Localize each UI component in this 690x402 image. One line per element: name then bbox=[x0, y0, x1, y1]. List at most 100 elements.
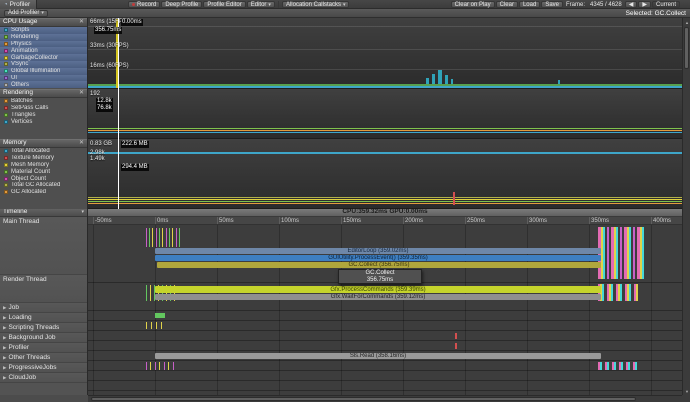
thread-row-progressivejobs[interactable]: ▶ProgressiveJobs bbox=[0, 363, 87, 373]
sample-ticks-cluster bbox=[146, 228, 180, 247]
time-ruler[interactable]: -50ms0ms50ms100ms150ms200ms250ms300ms350… bbox=[88, 217, 682, 225]
rendering-chart[interactable]: 19212.8k76.8k bbox=[88, 89, 682, 139]
clear-button[interactable]: Clear bbox=[496, 1, 518, 8]
horizontal-scrollbar[interactable] bbox=[88, 395, 682, 402]
legend-label: UI bbox=[11, 75, 17, 81]
legend-item-triangles[interactable]: Triangles bbox=[0, 112, 87, 119]
tab-profiler[interactable]: ◔ Profiler bbox=[0, 0, 37, 9]
prev-frame-button[interactable]: ◀ bbox=[625, 1, 638, 8]
row-separator bbox=[88, 390, 682, 391]
add-profiler-dropdown[interactable]: Add Profiler ▾ bbox=[4, 10, 48, 17]
save-button[interactable]: Save bbox=[541, 1, 563, 8]
record-icon bbox=[132, 3, 135, 6]
thread-label: ProgressiveJobs bbox=[8, 365, 56, 372]
expand-arrow-icon[interactable]: ▶ bbox=[3, 355, 6, 362]
thread-row-profiler[interactable]: ▶Profiler bbox=[0, 343, 87, 353]
next-frame-button[interactable]: ▶ bbox=[638, 1, 651, 8]
timeline-body[interactable]: EditorLoop (359.02ms) GUIUtility.Process… bbox=[88, 225, 682, 395]
rendering-header[interactable]: Rendering ✕ bbox=[0, 89, 87, 98]
thread-row-loading[interactable]: ▶Loading bbox=[0, 313, 87, 323]
close-icon[interactable]: ✕ bbox=[79, 140, 84, 147]
timeline-bar-gfx-waitforcommands[interactable]: Gfx.WaitForCommands (359.12ms) bbox=[155, 294, 601, 300]
expand-arrow-icon[interactable]: ▶ bbox=[3, 325, 6, 332]
memory-header[interactable]: Memory ✕ bbox=[0, 139, 87, 148]
timeline-bar-profiler-read[interactable]: Sls.Read (358.16ms) bbox=[155, 353, 601, 359]
legend-item-vsync[interactable]: VSync bbox=[0, 61, 87, 68]
legend-label: Batches bbox=[11, 98, 33, 104]
timeline-pane-dropdown[interactable]: Timeline ▾ bbox=[0, 209, 87, 217]
allocation-callstacks-dropdown[interactable]: Allocation Callstacks ▾ bbox=[282, 1, 350, 8]
editor-dropdown[interactable]: Editor ▾ bbox=[247, 1, 275, 8]
legend-item-batches[interactable]: Batches bbox=[0, 98, 87, 105]
expand-arrow-icon[interactable]: ▶ bbox=[3, 335, 6, 342]
legend-item-gc-allocated[interactable]: GC Allocated bbox=[0, 189, 87, 196]
legend-item-object-count[interactable]: Object Count bbox=[0, 175, 87, 182]
thread-row-job[interactable]: ▶Job bbox=[0, 303, 87, 313]
current-frame-button[interactable]: Current bbox=[652, 1, 680, 8]
legend-item-global-illumination[interactable]: Global Illumination bbox=[0, 68, 87, 75]
legend-item-material-count[interactable]: Material Count bbox=[0, 168, 87, 175]
vertical-scrollbar[interactable]: ▲ ▼ bbox=[682, 18, 690, 395]
scroll-up-icon[interactable]: ▲ bbox=[683, 18, 690, 26]
legend-item-setpass-calls[interactable]: SetPass Calls bbox=[0, 105, 87, 112]
legend-label: GC Allocated bbox=[11, 189, 46, 195]
legend-item-texture-memory[interactable]: Texture Memory bbox=[0, 155, 87, 162]
selected-frame-line[interactable] bbox=[118, 18, 119, 209]
load-button[interactable]: Load bbox=[519, 1, 540, 8]
thread-row-cloudjob[interactable]: ▶CloudJob bbox=[0, 373, 87, 383]
legend-item-physics[interactable]: Physics bbox=[0, 41, 87, 48]
memory-chart[interactable]: 0.83 GB2.98k1.49k222.6 MB294.4 MB bbox=[88, 139, 682, 209]
row-separator bbox=[88, 320, 682, 321]
thread-row-render-thread[interactable]: Render Thread bbox=[0, 275, 87, 303]
scroll-down-icon[interactable]: ▼ bbox=[683, 387, 690, 395]
thread-row-other-threads[interactable]: ▶Other Threads bbox=[0, 353, 87, 363]
expand-arrow-icon[interactable]: ▶ bbox=[3, 365, 6, 372]
legend-item-rendering[interactable]: Rendering bbox=[0, 34, 87, 41]
cpu-usage-chart[interactable]: 66ms (15FPS)33ms (30FPS)16ms (60FPS)0.00… bbox=[88, 18, 682, 89]
legend-item-animation[interactable]: Animation bbox=[0, 47, 87, 54]
timeline-bar-gui-processevent[interactable]: GUIUtility.ProcessEvent() (359.35ms) bbox=[155, 255, 601, 261]
ruler-label: 400ms bbox=[653, 218, 671, 224]
close-icon[interactable]: ✕ bbox=[79, 19, 84, 26]
clear-on-play-button[interactable]: Clear on Play bbox=[451, 1, 495, 8]
legend-label: GarbageCollector bbox=[11, 55, 58, 61]
timeline-bar-gfx-processcommands[interactable]: Gfx.ProcessCommands (359.39ms) bbox=[155, 286, 601, 293]
expand-arrow-icon[interactable]: ▶ bbox=[3, 315, 6, 322]
legend-item-others[interactable]: Others bbox=[0, 81, 87, 88]
profile-editor-button[interactable]: Profile Editor bbox=[203, 1, 245, 8]
sample-tick bbox=[455, 333, 457, 339]
vertical-scrollbar-thumb[interactable] bbox=[684, 27, 689, 69]
legend-item-mesh-memory[interactable]: Mesh Memory bbox=[0, 162, 87, 169]
ruler-tick bbox=[341, 217, 342, 225]
thread-row-main-thread[interactable]: Main Thread bbox=[0, 217, 87, 275]
timeline-bar-editorloop[interactable]: EditorLoop (359.02ms) bbox=[155, 248, 601, 254]
expand-arrow-icon[interactable]: ▶ bbox=[3, 345, 6, 352]
deep-profile-button[interactable]: Deep Profile bbox=[161, 1, 202, 8]
timeline-bar-gc-collect[interactable]: GC.Collect (356.75ms) bbox=[157, 262, 601, 268]
legend-item-total-allocated[interactable]: Total Allocated bbox=[0, 148, 87, 155]
cpu-usage-header[interactable]: CPU Usage ✕ bbox=[0, 18, 87, 27]
charts-area[interactable]: 66ms (15FPS)33ms (30FPS)16ms (60FPS)0.00… bbox=[88, 18, 682, 209]
expand-arrow-icon[interactable]: ▶ bbox=[3, 375, 6, 382]
profiler-icon: ◔ bbox=[4, 2, 8, 8]
legend-color-chip bbox=[4, 49, 8, 53]
legend-item-garbagecollector[interactable]: GarbageCollector bbox=[0, 54, 87, 61]
ruler-tick bbox=[403, 217, 404, 225]
legend-item-ui[interactable]: UI bbox=[0, 75, 87, 82]
thread-row-background-job[interactable]: ▶Background Job bbox=[0, 333, 87, 343]
horizontal-scrollbar-thumb[interactable] bbox=[91, 397, 636, 401]
legend-item-total-gc-allocated[interactable]: Total GC Allocated bbox=[0, 182, 87, 189]
chart-scale-label: 16ms (60FPS) bbox=[90, 63, 129, 69]
tab-title: Profiler bbox=[10, 1, 31, 8]
record-button[interactable]: Record bbox=[128, 1, 160, 8]
frame-value: 4345 / 4628 bbox=[588, 2, 624, 8]
close-icon[interactable]: ✕ bbox=[79, 90, 84, 97]
ruler-label: 300ms bbox=[529, 218, 547, 224]
expand-arrow-icon[interactable]: ▶ bbox=[3, 305, 6, 312]
legend-item-vertices[interactable]: Vertices bbox=[0, 118, 87, 125]
legend-label: Mesh Memory bbox=[11, 162, 49, 168]
legend-label: Triangles bbox=[11, 112, 35, 118]
legend-item-scripts[interactable]: Scripts bbox=[0, 27, 87, 34]
thread-row-scripting-threads[interactable]: ▶Scripting Threads bbox=[0, 323, 87, 333]
legend-color-chip bbox=[4, 83, 8, 87]
